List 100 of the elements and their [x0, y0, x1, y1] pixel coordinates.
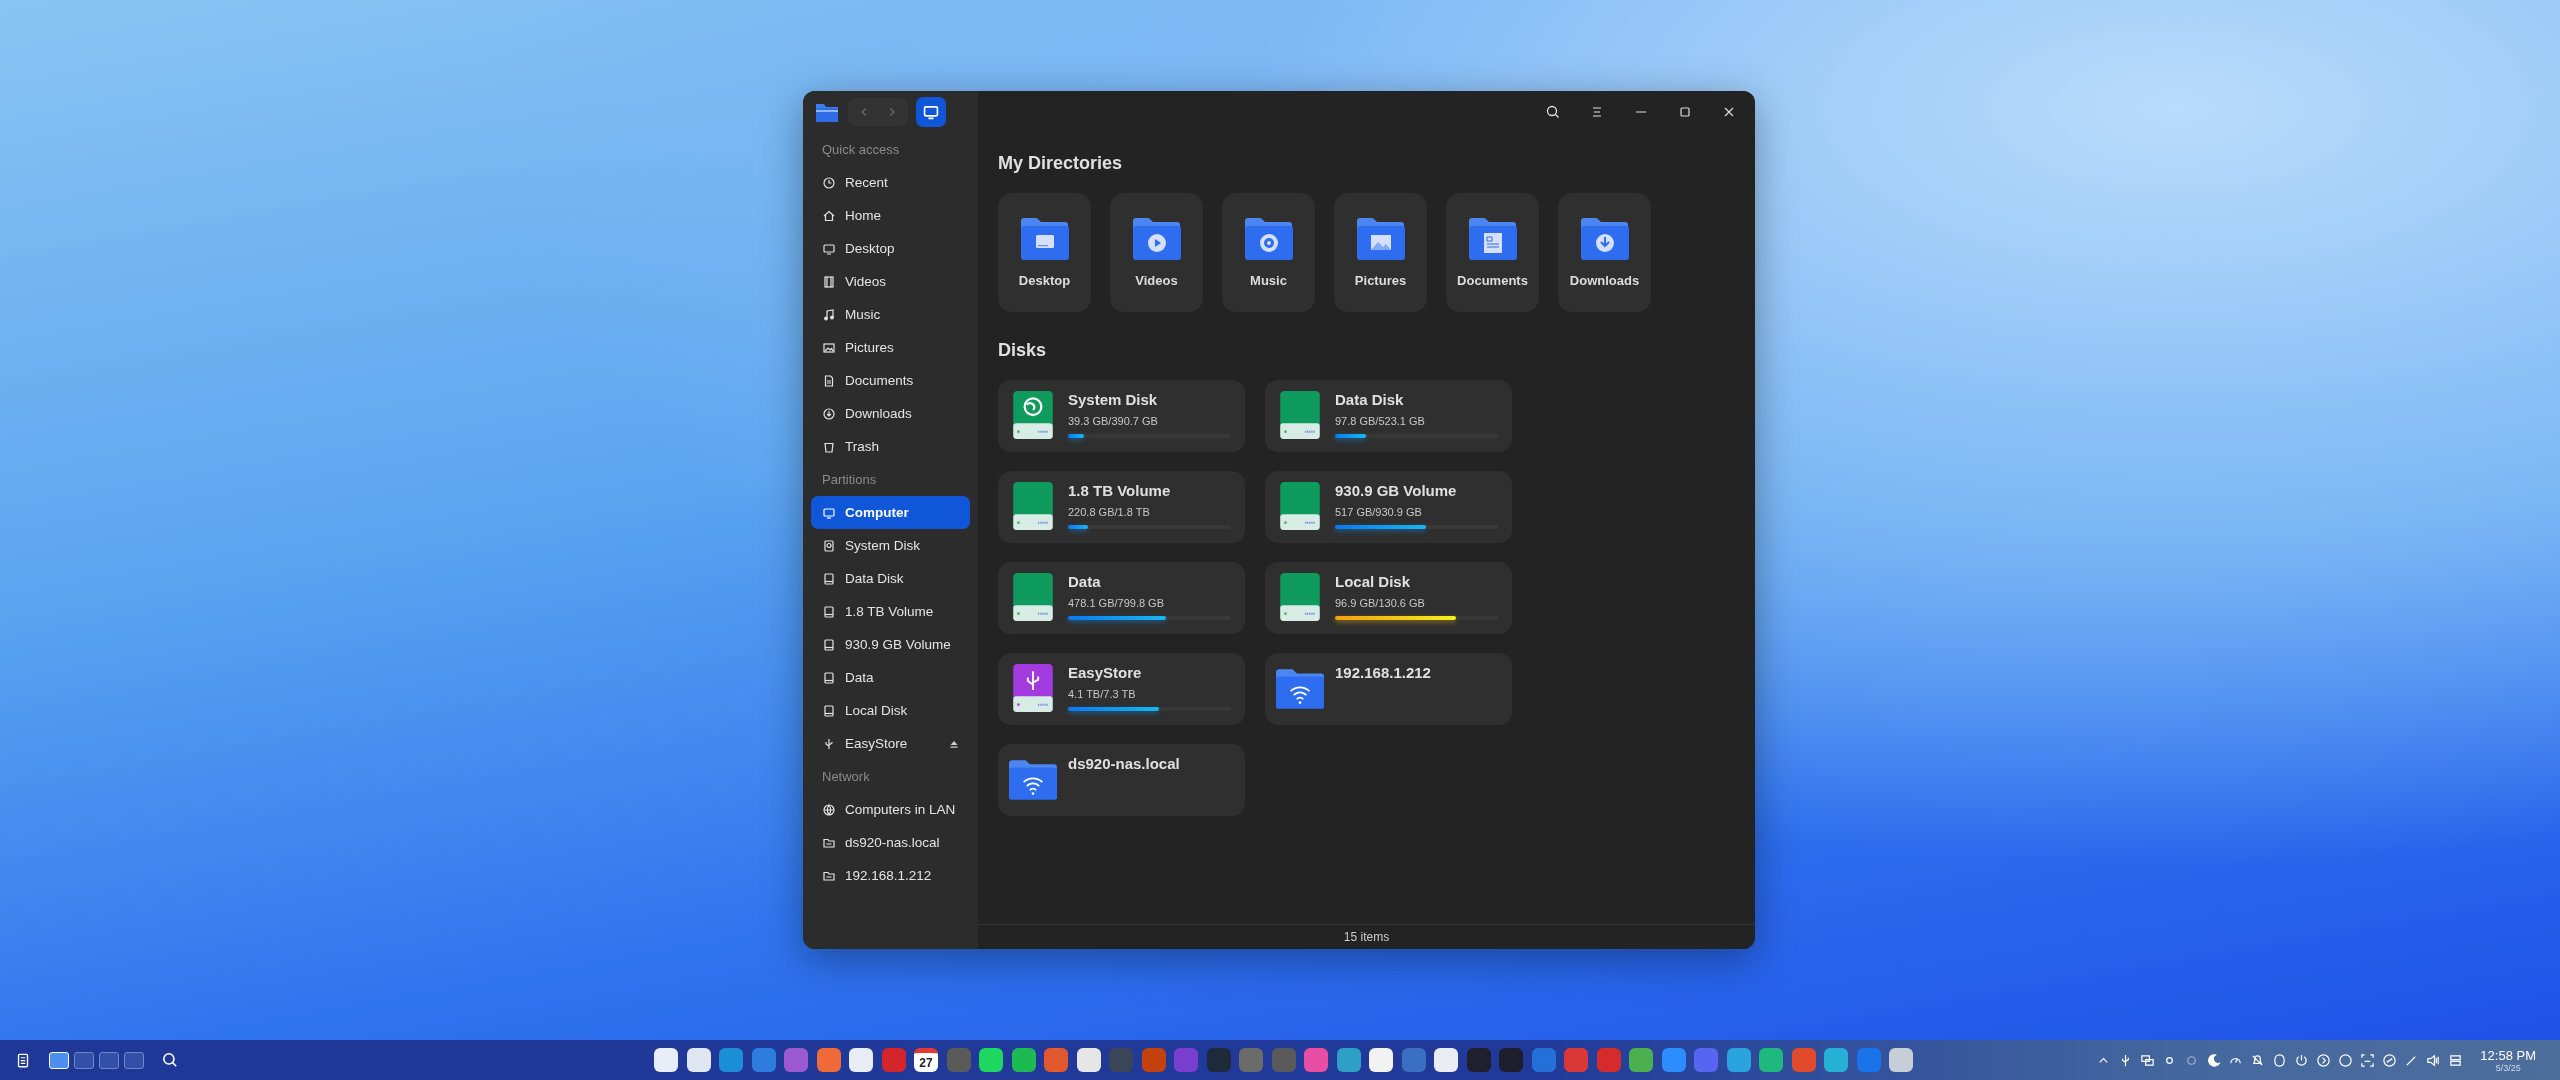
sidebar-item[interactable]: Computers in LAN	[811, 793, 970, 826]
sidebar-item-label: Documents	[845, 373, 914, 388]
sidebar-item-label: Pictures	[845, 340, 894, 355]
sidebar-item[interactable]: Computer	[811, 496, 970, 529]
network-folder-icon	[1275, 667, 1325, 711]
workspace-thumbnail[interactable]	[99, 1051, 119, 1069]
hard-drive-icon	[1279, 572, 1321, 622]
directory-tile[interactable]: Pictures	[1334, 193, 1427, 312]
disk-card[interactable]: Local Disk 96.9 GB/130.6 GB	[1265, 562, 1512, 634]
sidebar-item-label: System Disk	[845, 538, 920, 553]
calendar-app-icon[interactable]: 27	[914, 1048, 938, 1072]
computer-view-button[interactable]	[916, 97, 946, 127]
directory-tile[interactable]: Desktop	[998, 193, 1091, 312]
disk-card[interactable]: 192.168.1.212	[1265, 653, 1512, 725]
disk-card[interactable]: 1.8 TB Volume 220.8 GB/1.8 TB	[998, 471, 1245, 543]
clock[interactable]: 12:58 PM 5/3/25	[2480, 1047, 2550, 1073]
disk-name: Data Disk	[1335, 391, 1405, 408]
directory-tile[interactable]: Downloads	[1558, 193, 1651, 312]
disk-name: 192.168.1.212	[1335, 664, 1432, 681]
disk-name: 930.9 GB Volume	[1335, 482, 1458, 499]
disk-usage-text: 478.1 GB/799.8 GB	[1068, 597, 1165, 609]
speaker-tray-icon[interactable]	[2426, 1052, 2442, 1068]
app-icon[interactable]	[1889, 1048, 1913, 1072]
directory-label: Desktop	[1018, 273, 1071, 288]
workspace-thumbnail[interactable]	[74, 1051, 94, 1069]
next-tray-icon[interactable]	[2316, 1052, 2332, 1068]
disk-card[interactable]: ds920-nas.local	[998, 744, 1245, 816]
sidebar-item[interactable]: Videos	[811, 265, 970, 298]
directory-label: Music	[1250, 273, 1287, 288]
clock-icon	[822, 175, 836, 190]
disk-card[interactable]: System Disk 39.3 GB/390.7 GB	[998, 380, 1245, 452]
sidebar-item-label: 192.168.1.212	[845, 868, 932, 883]
app-icon[interactable]	[686, 1048, 711, 1072]
section-heading: Network	[821, 768, 871, 786]
sidebar-item[interactable]: Downloads	[811, 397, 970, 430]
disk-usage-text: 96.9 GB/130.6 GB	[1335, 597, 1426, 609]
sidebar-item[interactable]: System Disk	[811, 529, 970, 562]
disk-usage-text: 97.8 GB/523.1 GB	[1335, 415, 1426, 427]
directory-tile[interactable]: Videos	[1110, 193, 1203, 312]
sidebar-item[interactable]: ds920-nas.local	[811, 826, 970, 859]
app-icon[interactable]	[1434, 1048, 1458, 1072]
minimize-icon	[1636, 111, 1646, 113]
sidebar-item[interactable]: Home	[811, 199, 970, 232]
app-icon[interactable]	[1011, 1048, 1036, 1072]
power-tray-icon[interactable]	[2294, 1052, 2310, 1068]
hard-drive-icon	[1012, 390, 1054, 440]
monitor-icon	[822, 505, 836, 520]
sidebar-item[interactable]: Data Disk	[811, 562, 970, 595]
directory-tile[interactable]: Music	[1222, 193, 1315, 312]
clock-time: 12:58 PM	[2480, 1047, 2536, 1063]
record-tray-icon[interactable]	[2338, 1052, 2354, 1068]
hard-drive-icon	[1279, 481, 1321, 531]
section-title: My Directories	[998, 153, 1124, 174]
app-icon[interactable]	[654, 1048, 678, 1072]
disk-usage-text: 220.8 GB/1.8 TB	[1068, 506, 1151, 518]
sidebar-item-label: ds920-nas.local	[845, 835, 940, 850]
sidebar-item[interactable]: Documents	[811, 364, 970, 397]
toggle-tray-icon[interactable]	[2448, 1052, 2464, 1068]
sidebar-item[interactable]: 192.168.1.212	[811, 859, 970, 892]
scan-tray-icon[interactable]	[2360, 1052, 2376, 1068]
sidebar-item[interactable]: Data	[811, 661, 970, 694]
directory-tile[interactable]: Documents	[1446, 193, 1539, 312]
sidebar-item-label: Data Disk	[845, 571, 904, 586]
section-title: Disks	[998, 340, 1048, 361]
app-icon[interactable]	[849, 1048, 873, 1072]
disk-usage-text: 4.1 TB/7.3 TB	[1068, 688, 1137, 700]
windows-tray-icon[interactable]	[2140, 1052, 2156, 1068]
workspace-thumbnail[interactable]	[124, 1051, 144, 1069]
sidebar-item-label: Downloads	[845, 406, 912, 421]
monitor-icon	[922, 103, 940, 121]
hard-drive-icon	[1012, 481, 1054, 531]
disk-card[interactable]: 930.9 GB Volume 517 GB/930.9 GB	[1265, 471, 1512, 543]
sidebar-item[interactable]: Recent	[811, 166, 970, 199]
folder-pictures-icon	[1355, 217, 1406, 261]
disk-name: 1.8 TB Volume	[1068, 482, 1172, 499]
section-heading: Quick access	[821, 141, 901, 159]
network-folder-icon	[1008, 758, 1058, 802]
usb-icon	[822, 736, 836, 751]
disk-card[interactable]: Data 478.1 GB/799.8 GB	[998, 562, 1245, 634]
app-icon[interactable]	[1076, 1048, 1101, 1072]
sidebar-item-label: EasyStore	[845, 736, 908, 751]
disk-card[interactable]: EasyStore 4.1 TB/7.3 TB	[998, 653, 1245, 725]
sidebar-item[interactable]: Local Disk	[811, 694, 970, 727]
search-icon[interactable]	[161, 1051, 179, 1069]
sidebar-item[interactable]: 930.9 GB Volume	[811, 628, 970, 661]
disk-card[interactable]: Data Disk 97.8 GB/523.1 GB	[1265, 380, 1512, 452]
sidebar-item[interactable]: 1.8 TB Volume	[811, 595, 970, 628]
home-icon	[822, 208, 836, 223]
sidebar-item[interactable]: EasyStore	[811, 727, 970, 760]
sidebar-item[interactable]: Desktop	[811, 232, 970, 265]
moon-tray-icon[interactable]	[2206, 1052, 2222, 1068]
disk-name: System Disk	[1068, 391, 1159, 408]
sidebar-item[interactable]: Music	[811, 298, 970, 331]
app-icon[interactable]	[979, 1048, 1003, 1072]
clock-date: 5/3/25	[2495, 1062, 2521, 1073]
disk-name: EasyStore	[1068, 664, 1143, 681]
sidebar-item-label: Home	[845, 208, 881, 223]
sidebar-item[interactable]: Trash	[811, 430, 970, 463]
app-icon[interactable]	[1369, 1048, 1393, 1072]
sidebar-item[interactable]: Pictures	[811, 331, 970, 364]
